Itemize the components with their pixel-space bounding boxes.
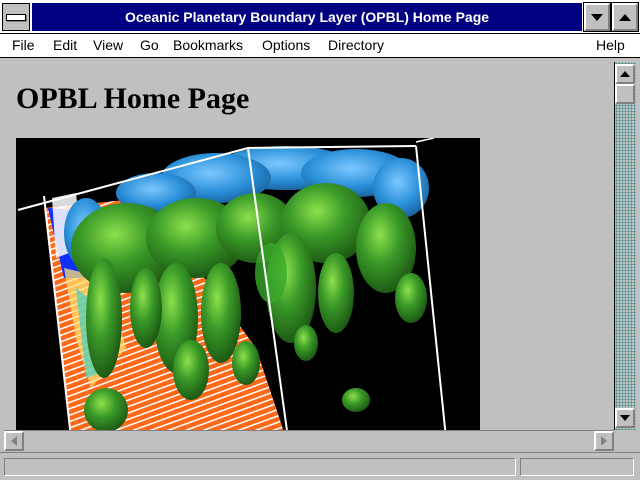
maximize-icon [619, 13, 631, 21]
scroll-right-button[interactable] [594, 431, 614, 451]
menu-bar: File Edit View Go Bookmarks Options Dire… [0, 34, 640, 58]
menu-file[interactable]: File [12, 37, 35, 53]
arrow-right-icon [601, 436, 607, 446]
scroll-down-button[interactable] [615, 408, 635, 428]
menu-help[interactable]: Help [596, 37, 625, 53]
arrow-left-icon [11, 436, 17, 446]
menu-directory[interactable]: Directory [328, 37, 384, 53]
opbl-visualization-image [16, 138, 480, 430]
menu-bookmarks[interactable]: Bookmarks [173, 37, 243, 53]
browser-window: Oceanic Planetary Boundary Layer (OPBL) … [0, 0, 640, 480]
status-bar [0, 452, 640, 480]
scroll-up-button[interactable] [615, 64, 635, 84]
scroll-corner [614, 430, 636, 450]
progress-indicator [520, 458, 634, 476]
maximize-button[interactable] [611, 2, 639, 32]
horizontal-scrollbar[interactable] [4, 430, 614, 451]
window-title: Oceanic Planetary Boundary Layer (OPBL) … [32, 3, 582, 31]
document-area: OPBL Home Page [4, 62, 614, 430]
minimize-button[interactable] [583, 2, 611, 32]
menu-edit[interactable]: Edit [53, 37, 77, 53]
scroll-left-button[interactable] [4, 431, 24, 451]
scroll-thumb[interactable] [615, 84, 635, 104]
system-menu-icon[interactable] [2, 3, 30, 31]
title-bar: Oceanic Planetary Boundary Layer (OPBL) … [0, 0, 640, 34]
vertical-scrollbar[interactable] [614, 62, 636, 430]
menu-options[interactable]: Options [262, 37, 310, 53]
menu-go[interactable]: Go [140, 37, 159, 53]
page-heading: OPBL Home Page [16, 82, 250, 115]
arrow-down-icon [620, 415, 630, 421]
arrow-up-icon [620, 71, 630, 77]
minimize-icon [591, 13, 603, 21]
status-message-field [4, 458, 516, 476]
menu-view[interactable]: View [93, 37, 123, 53]
